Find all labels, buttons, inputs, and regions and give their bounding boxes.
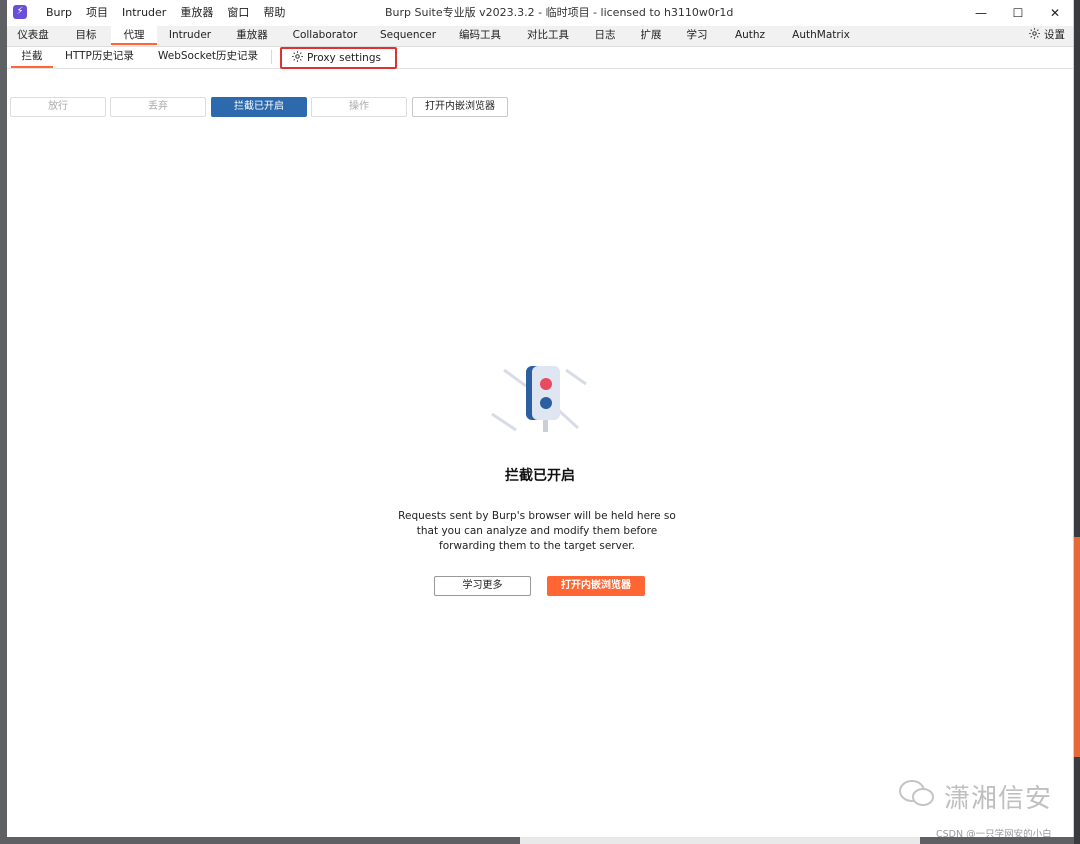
main-tab-bar: 仪表盘 目标 代理 Intruder 重放器 Collaborator Sequ… bbox=[7, 26, 1073, 47]
tab-sequencer[interactable]: Sequencer bbox=[375, 26, 441, 45]
tab-logger[interactable]: 日志 bbox=[589, 26, 621, 45]
background-edge-accent bbox=[1074, 537, 1080, 757]
tab-dashboard[interactable]: 仪表盘 bbox=[11, 26, 55, 45]
tab-proxy[interactable]: 代理 bbox=[111, 26, 157, 45]
burp-window: ⚡ Burp 项目 Intruder 重放器 窗口 帮助 Burp Suite专… bbox=[7, 0, 1074, 837]
decoration-line bbox=[503, 368, 527, 388]
menu-project[interactable]: 项目 bbox=[79, 0, 115, 26]
intercept-description: Requests sent by Burp's browser will be … bbox=[398, 510, 676, 552]
open-embedded-browser-button[interactable]: 打开内嵌浏览器 bbox=[547, 576, 645, 596]
tab-authz[interactable]: Authz bbox=[729, 26, 771, 45]
traffic-light-blue bbox=[540, 397, 552, 409]
action-button[interactable]: 操作 bbox=[311, 97, 407, 117]
settings-button[interactable]: 设置 bbox=[1028, 26, 1065, 45]
decoration-line bbox=[565, 368, 587, 386]
tab-intruder[interactable]: Intruder bbox=[163, 26, 217, 45]
tab-comparer[interactable]: 对比工具 bbox=[521, 26, 575, 45]
gear-icon bbox=[292, 51, 303, 62]
wechat-bubble-small bbox=[912, 788, 934, 806]
gear-icon bbox=[1028, 28, 1040, 39]
menu-repeater[interactable]: 重放器 bbox=[173, 0, 220, 26]
proxy-settings-button[interactable]: Proxy settings bbox=[280, 47, 397, 69]
decoration-line bbox=[491, 412, 517, 432]
tab-decoder[interactable]: 编码工具 bbox=[453, 26, 507, 45]
proxy-settings-label: Proxy settings bbox=[307, 52, 381, 64]
intercept-status-title: 拦截已开启 bbox=[505, 468, 575, 484]
maximize-button[interactable]: ☐ bbox=[1000, 0, 1036, 26]
open-browser-button[interactable]: 打开内嵌浏览器 bbox=[412, 97, 508, 117]
subtab-websocket-history[interactable]: WebSocket历史记录 bbox=[158, 47, 258, 66]
forward-button[interactable]: 放行 bbox=[10, 97, 106, 117]
menu-window[interactable]: 窗口 bbox=[220, 0, 256, 26]
watermark-text: 潇湘信安 bbox=[944, 784, 1053, 814]
subtab-divider bbox=[271, 50, 272, 64]
close-button[interactable]: ✕ bbox=[1037, 0, 1073, 26]
learn-more-button[interactable]: 学习更多 bbox=[434, 576, 531, 596]
background-status-strip bbox=[520, 837, 920, 844]
tab-authmatrix[interactable]: AuthMatrix bbox=[783, 26, 859, 45]
menu-intruder[interactable]: Intruder bbox=[115, 0, 173, 26]
burp-app-icon: ⚡ bbox=[13, 5, 27, 19]
tab-repeater[interactable]: 重放器 bbox=[229, 26, 275, 45]
traffic-light-red bbox=[540, 378, 552, 390]
traffic-light-icon bbox=[491, 366, 587, 432]
wechat-icon bbox=[899, 780, 934, 806]
tab-extensions[interactable]: 扩展 bbox=[635, 26, 667, 45]
menu-burp[interactable]: Burp bbox=[39, 0, 79, 26]
tab-learn[interactable]: 学习 bbox=[681, 26, 713, 45]
intercept-toggle-button[interactable]: 拦截已开启 bbox=[211, 97, 307, 117]
title-bar: ⚡ Burp 项目 Intruder 重放器 窗口 帮助 Burp Suite专… bbox=[7, 0, 1073, 27]
subtab-http-history[interactable]: HTTP历史记录 bbox=[65, 47, 134, 66]
settings-label: 设置 bbox=[1044, 29, 1065, 41]
tab-target[interactable]: 目标 bbox=[65, 26, 107, 45]
traffic-light-body bbox=[532, 366, 560, 420]
menu-bar: Burp 项目 Intruder 重放器 窗口 帮助 bbox=[39, 0, 292, 26]
menu-help[interactable]: 帮助 bbox=[256, 0, 292, 26]
drop-button[interactable]: 丢弃 bbox=[110, 97, 206, 117]
csdn-credit: CSDN @一只学网安的小白 bbox=[936, 829, 1052, 837]
subtab-intercept[interactable]: 拦截 bbox=[11, 47, 53, 68]
proxy-sub-tab-bar: 拦截 HTTP历史记录 WebSocket历史记录 Proxy settings bbox=[7, 47, 1073, 69]
tab-collaborator[interactable]: Collaborator bbox=[287, 26, 363, 45]
minimize-button[interactable]: — bbox=[963, 0, 999, 26]
window-title: Burp Suite专业版 v2023.3.2 - 临时项目 - license… bbox=[385, 6, 734, 19]
